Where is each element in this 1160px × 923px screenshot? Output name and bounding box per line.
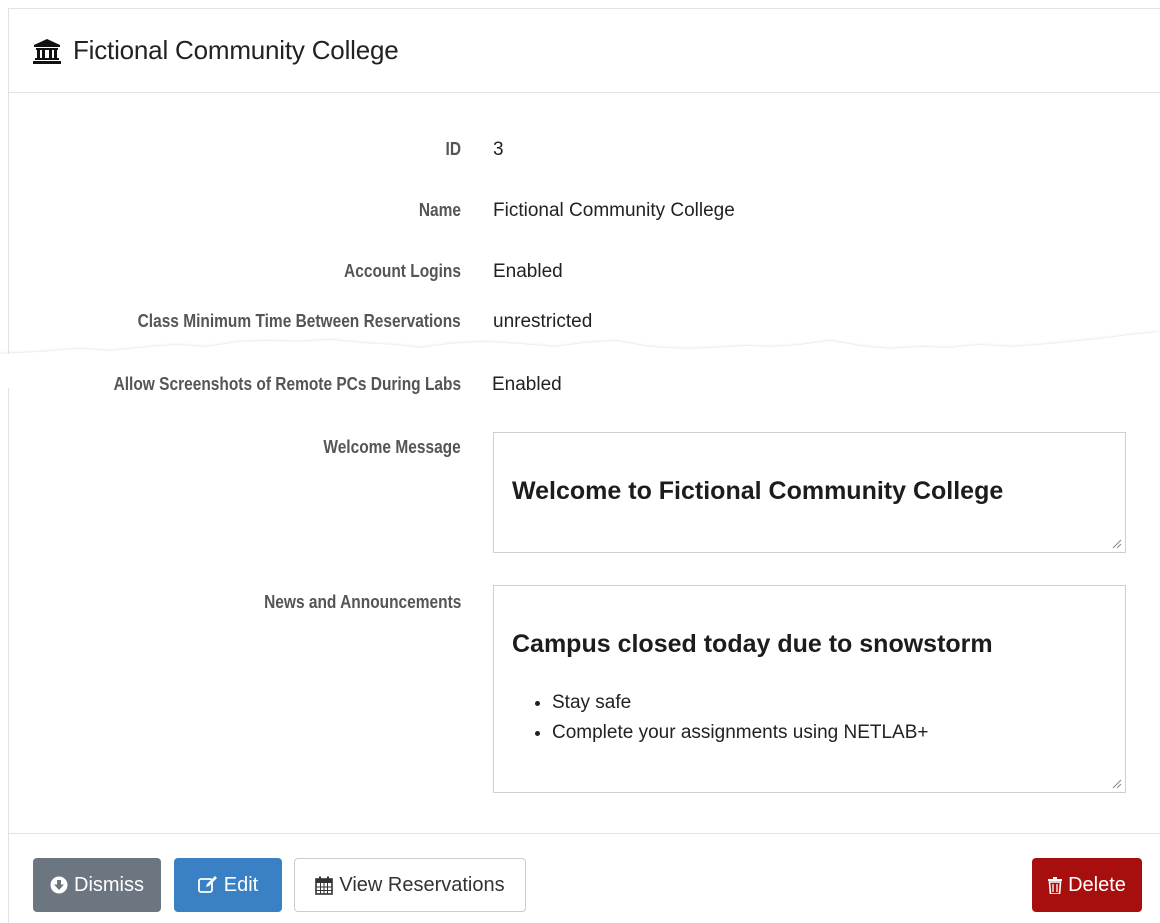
field-label: News and Announcements <box>263 592 461 612</box>
welcome-message-box[interactable]: Welcome to Fictional Community College <box>493 432 1126 553</box>
resize-grip-icon[interactable] <box>1112 539 1122 549</box>
news-heading: Campus closed today due to snowstorm <box>512 630 993 658</box>
field-label: Welcome Message <box>323 437 461 457</box>
panel-footer: Dismiss Edit View Reservations Delete <box>9 833 1160 923</box>
field-value: 3 <box>493 139 504 160</box>
dismiss-label: Dismiss <box>74 873 144 896</box>
dismiss-button[interactable]: Dismiss <box>33 858 161 912</box>
edit-label: Edit <box>223 873 259 896</box>
delete-button[interactable]: Delete <box>1032 858 1142 912</box>
news-list: Stay safe Complete your assignments usin… <box>552 688 928 748</box>
field-value: Enabled <box>492 374 562 395</box>
field-label: Account Logins <box>344 261 461 281</box>
page-title: Fictional Community College <box>73 35 399 65</box>
resize-grip-icon[interactable] <box>1112 779 1122 789</box>
field-label: Allow Screenshots of Remote PCs During L… <box>113 374 461 394</box>
delete-label: Delete <box>1068 873 1126 896</box>
edit-icon <box>197 876 217 893</box>
panel-header: Fictional Community College <box>9 9 1160 93</box>
arrow-circle-down-icon <box>50 876 68 894</box>
field-label: Name <box>418 200 461 220</box>
list-item: Complete your assignments using NETLAB+ <box>552 718 928 748</box>
field-value: Fictional Community College <box>493 200 735 221</box>
news-announcements-box[interactable]: Campus closed today due to snowstorm Sta… <box>493 585 1126 793</box>
calendar-icon <box>315 876 334 895</box>
edit-button[interactable]: Edit <box>174 858 282 912</box>
bank-icon <box>33 38 61 64</box>
list-item: Stay safe <box>552 688 928 718</box>
view-reservations-button[interactable]: View Reservations <box>294 858 526 912</box>
field-value: Enabled <box>493 261 563 282</box>
view-reservations-label: View Reservations <box>339 873 505 896</box>
trash-icon <box>1048 876 1063 894</box>
welcome-heading: Welcome to Fictional Community College <box>512 477 1004 505</box>
field-label: ID <box>445 139 461 159</box>
college-detail-panel: Fictional Community College ID 3 Name Fi… <box>8 8 1160 923</box>
